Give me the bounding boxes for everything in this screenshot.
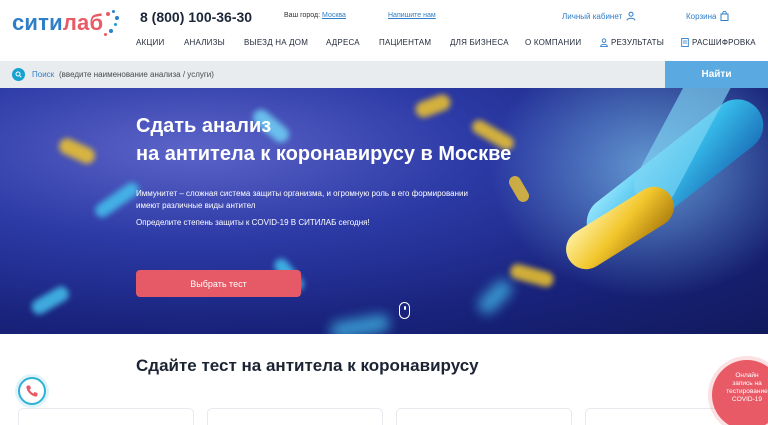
hero-title-line-1: Сдать анализ (136, 115, 272, 137)
nav-item-home-visit[interactable]: ВЫЕЗД НА ДОМ (244, 38, 308, 47)
hero-title: Сдать анализ на антитела к коронавирусу … (136, 112, 656, 168)
header: ситилаб 8 (800) 100-36-30 Ваш город: Мос… (0, 0, 768, 60)
covid-online-booking-badge[interactable]: Онлайн запись на тестирование COVID-19 (712, 360, 768, 425)
hero-banner: Сдать анализ на антитела к коронавирусу … (0, 88, 768, 334)
logo-text: ситилаб (12, 10, 104, 35)
personal-account-link[interactable]: Личный кабинет (562, 11, 636, 21)
search-bar: Поиск Найти (0, 61, 768, 88)
test-card[interactable] (18, 408, 194, 425)
logo-dots-icon (104, 8, 120, 38)
city-link[interactable]: Москва (322, 12, 346, 19)
choose-test-button[interactable]: Выбрать тест (136, 270, 301, 297)
hero-subtext: Определите степень защиты к COVID-19 В С… (136, 218, 370, 227)
logo[interactable]: ситилаб (12, 8, 120, 38)
nav-item-decoding[interactable]: РАСШИФРОВКА (681, 38, 756, 47)
phone-number[interactable]: 8 (800) 100-36-30 (140, 9, 252, 25)
search-button[interactable]: Найти (665, 61, 768, 88)
main-nav: АКЦИИ АНАЛИЗЫ ВЫЕЗД НА ДОМ АДРЕСА ПАЦИЕН… (0, 38, 768, 50)
test-card[interactable] (207, 408, 383, 425)
nav-item-patients[interactable]: ПАЦИЕНТАМ (379, 38, 431, 47)
nav-item-results[interactable]: РЕЗУЛЬТАТЫ (600, 38, 664, 47)
hero-title-line-2: на антитела к коронавирусу в Москве (136, 143, 512, 165)
document-icon (681, 38, 689, 47)
search-label: Поиск (32, 70, 55, 79)
cart-link[interactable]: Корзина (686, 11, 729, 21)
city-label: Ваш город: (284, 12, 321, 19)
section-title: Сдайте тест на антитела к коронавирусу (136, 356, 479, 375)
write-us-link[interactable]: Напишите нам (388, 12, 436, 19)
test-card[interactable] (396, 408, 572, 425)
cart-label: Корзина (686, 11, 717, 21)
user-icon (626, 11, 636, 21)
callback-button[interactable] (18, 377, 46, 405)
scroll-down-icon[interactable] (399, 302, 410, 319)
nav-item-tests[interactable]: АНАЛИЗЫ (184, 38, 225, 47)
nav-item-business[interactable]: ДЛЯ БИЗНЕСА (450, 38, 509, 47)
cabinet-label: Личный кабинет (562, 11, 623, 21)
search-icon (12, 68, 25, 81)
person-icon (600, 38, 608, 47)
nav-item-about[interactable]: О КОМПАНИИ (525, 38, 581, 47)
bag-icon (720, 11, 729, 21)
nav-item-addresses[interactable]: АДРЕСА (326, 38, 360, 47)
phone-icon (26, 385, 38, 397)
city-selector: Ваш город: Москва (284, 12, 346, 19)
search-input[interactable] (59, 66, 579, 83)
nav-item-promotions[interactable]: АКЦИИ (136, 38, 164, 47)
hero-description: Иммунитет – сложная система защиты орган… (136, 189, 468, 210)
